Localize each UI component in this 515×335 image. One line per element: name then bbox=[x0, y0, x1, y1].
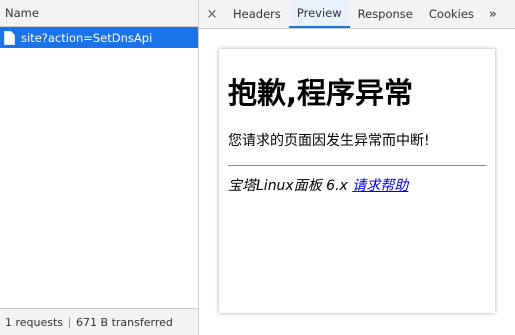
request-count: 1 requests bbox=[5, 315, 64, 329]
transferred-size: 671 B transferred bbox=[76, 315, 173, 329]
preview-frame: 抱歉,程序异常 您请求的页面因发生异常而中断! 宝塔Linux面板 6.x 请求… bbox=[219, 49, 495, 313]
footer: 宝塔Linux面板 6.x 请求帮助 bbox=[228, 176, 486, 196]
network-status-bar: 1 requests 671 B transferred bbox=[0, 308, 198, 335]
divider bbox=[228, 165, 486, 166]
tab-headers[interactable]: Headers bbox=[225, 0, 289, 28]
tab-preview[interactable]: Preview bbox=[288, 0, 350, 28]
tab-cookies[interactable]: Cookies bbox=[421, 0, 482, 28]
name-column-header[interactable]: Name bbox=[0, 0, 198, 27]
footer-text: 宝塔Linux面板 6.x bbox=[228, 178, 348, 194]
status-separator bbox=[69, 316, 71, 328]
error-message: 您请求的页面因发生异常而中断! bbox=[228, 133, 430, 149]
name-column-label: Name bbox=[5, 6, 39, 20]
help-link[interactable]: 请求帮助 bbox=[352, 178, 408, 194]
request-row[interactable]: site?action=SetDnsApi bbox=[0, 27, 198, 48]
request-name: site?action=SetDnsApi bbox=[21, 30, 153, 45]
tab-response[interactable]: Response bbox=[350, 0, 421, 28]
close-icon[interactable]: × bbox=[199, 0, 225, 28]
request-list-panel: Name site?action=SetDnsApi 1 requests 67… bbox=[0, 0, 199, 335]
document-icon bbox=[4, 30, 15, 45]
more-tabs-icon[interactable]: » bbox=[482, 0, 504, 28]
preview-area: 抱歉,程序异常 您请求的页面因发生异常而中断! 宝塔Linux面板 6.x 请求… bbox=[199, 29, 515, 335]
error-title: 抱歉,程序异常 bbox=[228, 76, 414, 110]
details-panel: × Headers Preview Response Cookies » 抱歉,… bbox=[199, 0, 515, 335]
details-tabbar: × Headers Preview Response Cookies » bbox=[199, 0, 515, 29]
